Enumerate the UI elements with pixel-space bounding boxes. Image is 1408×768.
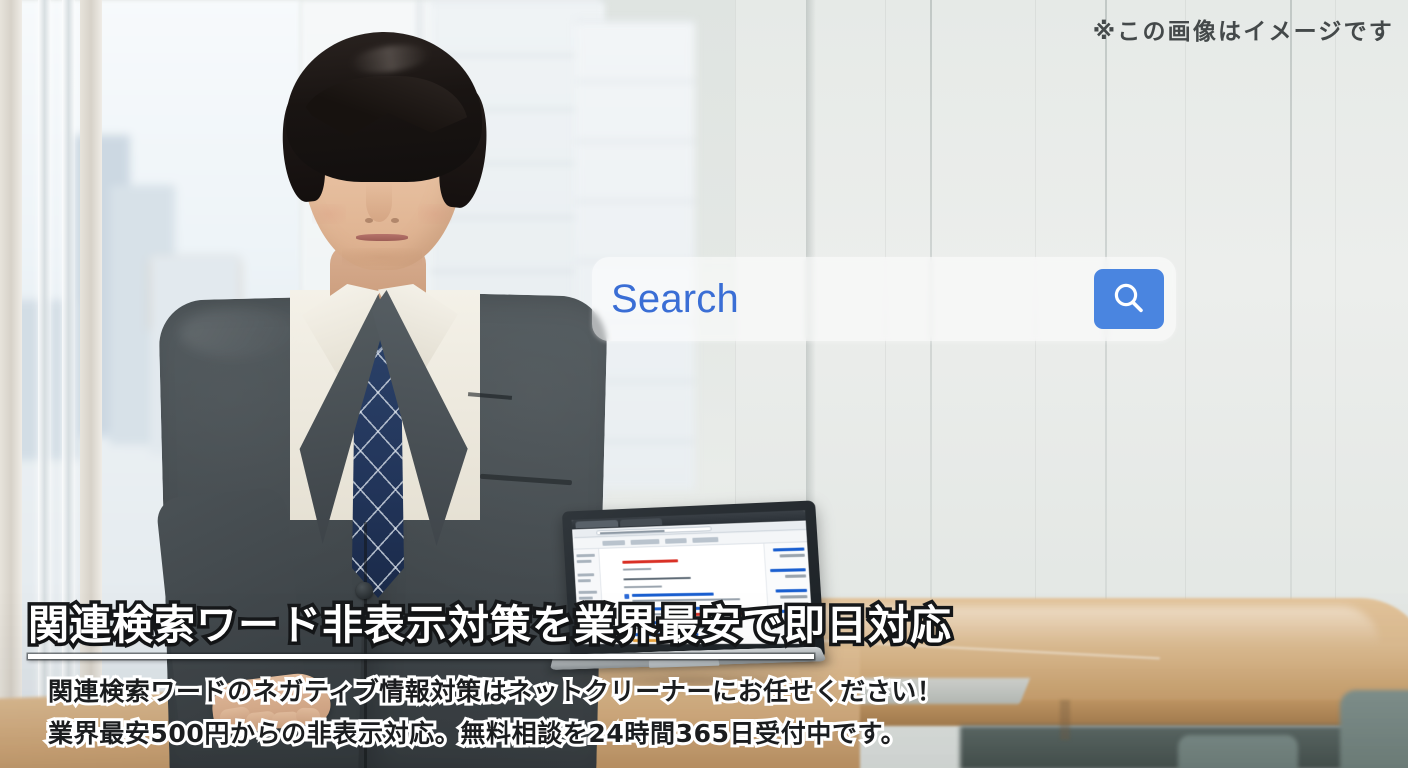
search-button[interactable] [1094,269,1164,329]
window-frame [0,0,22,768]
nose [366,182,392,222]
jacket-button [356,582,373,599]
search-bar[interactable]: Search [592,257,1176,341]
rail-text [785,574,807,578]
search-icon [1114,283,1143,313]
office-chair [1340,690,1408,768]
office-chair [1178,735,1298,768]
search-input[interactable]: Search [611,277,739,322]
toolbar-item [630,539,660,545]
cheek [418,204,452,224]
image-disclaimer: ※この画像はイメージです [1092,19,1394,45]
mouth [356,234,408,241]
sidebar-line [578,596,593,600]
table-seam [1060,700,1070,740]
page-title: 関連検索ワード非表示対策を業界最安で即日対応 [25,600,955,650]
under-table-shadow [960,726,1380,768]
headline-underline [28,654,814,660]
toolbar-item [602,540,626,546]
laptop-trackpad [648,658,720,668]
subheadline-line-1: 関連検索ワードのネガティブ情報対策はネットクリーナーにお任せください！ [45,674,945,709]
shoulder-highlight [180,308,300,358]
sidebar-line [576,559,592,563]
cheek [312,204,346,224]
chin [342,248,422,266]
sidebar-line [577,579,591,582]
toolbar-item [664,538,687,544]
rail-text [780,595,808,599]
toolbar-item [692,536,719,543]
rail-link [775,588,808,593]
headline-block: 関連検索ワード非表示対策を業界最安で即日対応 [25,600,955,660]
nostril [365,218,373,223]
nostril [391,218,399,223]
result-icon [624,593,630,599]
subheadline-line-2: 業界最安500円からの非表示対応。無料相談を24時間365日受付中です。 [45,716,909,751]
wall-seam [1290,0,1292,640]
sidebar-line [577,573,595,577]
sidebar-line [578,590,598,594]
promo-banner: ※この画像はイメージです Search 関連検索ワード非表示対策を業界最安で即日… [0,0,1408,768]
